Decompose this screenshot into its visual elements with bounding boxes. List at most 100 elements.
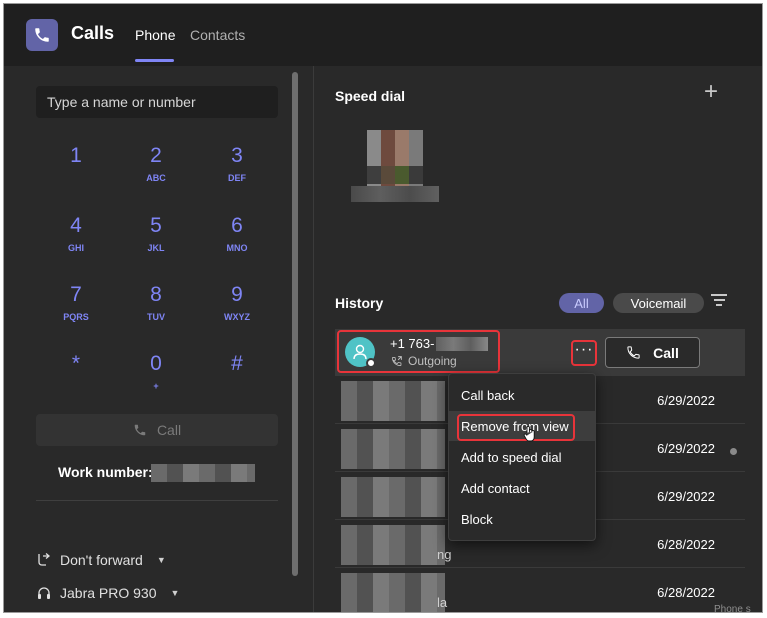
dial-key-star[interactable]: * — [46, 352, 106, 412]
dial-key-7[interactable]: 7 PQRS — [46, 283, 106, 343]
calls-app-icon — [26, 19, 58, 51]
calls-window: Calls Phone Contacts Type a name or numb… — [4, 4, 762, 612]
scrollbar[interactable] — [292, 72, 298, 576]
tab-phone[interactable]: Phone — [135, 27, 175, 43]
key-digit: 2 — [150, 144, 162, 167]
call-forward-dropdown[interactable]: Don't forward ▼ — [36, 552, 166, 568]
dial-key-8[interactable]: 8 TUV — [126, 283, 186, 343]
call-forward-icon — [38, 553, 51, 566]
speed-dial-contact-avatar-lower — [367, 166, 423, 184]
row-date: 6/29/2022 — [657, 393, 715, 408]
key-letters: WXYZ — [224, 312, 250, 322]
contact-redacted — [341, 573, 445, 612]
key-letters: ABC — [146, 173, 166, 183]
dial-key-0[interactable]: 0 + — [126, 352, 186, 412]
row-date: 6/28/2022 — [657, 585, 715, 600]
key-letters: + — [153, 381, 159, 391]
contact-redacted — [341, 429, 445, 469]
key-digit: * — [71, 352, 81, 375]
filter-all-button[interactable]: All — [559, 293, 604, 313]
key-digit: 5 — [150, 214, 162, 237]
key-letters: DEF — [228, 173, 246, 183]
history-title: History — [335, 295, 384, 311]
headset-icon — [38, 587, 50, 599]
hand-cursor-icon — [523, 425, 535, 442]
dial-key-1[interactable]: 1 — [46, 144, 106, 204]
dial-key-2[interactable]: 2 ABC — [126, 144, 186, 204]
phone-icon — [627, 346, 640, 359]
menu-item-add-contact[interactable]: Add contact — [449, 473, 595, 503]
dialpad-call-label: Call — [156, 422, 182, 438]
key-letters: GHI — [67, 243, 84, 253]
person-icon — [353, 344, 367, 360]
phone-icon — [35, 28, 49, 42]
chevron-down-icon: ▼ — [170, 588, 180, 598]
row-date: 6/28/2022 — [657, 537, 715, 552]
key-digit: 3 — [231, 144, 243, 167]
filter-voicemail-button[interactable]: Voicemail — [613, 293, 704, 313]
key-letters: MNO — [226, 243, 248, 253]
row-call-label: Call — [653, 344, 679, 361]
caller-number-redacted — [436, 337, 488, 351]
row-date: 6/29/2022 — [657, 489, 715, 504]
key-digit: # — [231, 352, 243, 375]
phone-icon — [134, 424, 146, 436]
app-header: Calls Phone Contacts — [4, 4, 762, 66]
forward-label: Don't forward — [60, 552, 143, 568]
row-partial-text: ng — [437, 547, 452, 562]
key-digit: 0 — [150, 352, 162, 375]
key-digit: 4 — [70, 214, 82, 237]
history-row-selected[interactable]: +1 763- Outgoing ··· Call — [335, 329, 745, 376]
filter-icon[interactable] — [711, 294, 727, 309]
active-tab-indicator — [135, 59, 174, 62]
divider — [36, 500, 278, 501]
call-direction: Outgoing — [390, 354, 457, 368]
key-digit: 8 — [150, 283, 162, 306]
audio-device-dropdown[interactable]: Jabra PRO 930 ▼ — [36, 585, 179, 601]
row-partial-text: la — [437, 595, 448, 610]
app-title: Calls — [71, 23, 115, 43]
history-context-menu: Call back Remove from view Add to speed … — [448, 373, 596, 541]
key-digit: 6 — [231, 214, 243, 237]
row-call-button[interactable]: Call — [605, 337, 700, 368]
dial-key-5[interactable]: 5 JKL — [126, 214, 186, 274]
key-letters: PQRS — [63, 312, 89, 322]
key-digit: 7 — [70, 283, 82, 306]
caller-number: +1 763- — [390, 336, 435, 351]
menu-item-call-back[interactable]: Call back — [449, 380, 595, 410]
work-number-redacted — [151, 464, 255, 482]
dial-key-3[interactable]: 3 DEF — [207, 144, 267, 204]
contact-redacted — [341, 477, 445, 517]
more-options-button[interactable]: ··· — [571, 340, 597, 366]
work-number-label: Work number: — [58, 464, 153, 480]
contact-redacted — [341, 381, 445, 421]
scroll-dot — [730, 448, 737, 455]
key-digit: 9 — [231, 283, 243, 306]
outgoing-call-icon — [392, 355, 402, 366]
chevron-down-icon: ▼ — [156, 555, 166, 565]
row-date: 6/29/2022 — [657, 441, 715, 456]
contact-redacted — [341, 525, 445, 565]
dial-key-hash[interactable]: # — [207, 352, 267, 412]
speed-dial-contact-name-redacted — [351, 186, 439, 202]
key-digit: 1 — [70, 144, 82, 167]
dial-key-4[interactable]: 4 GHI — [46, 214, 106, 274]
menu-item-add-to-speed-dial[interactable]: Add to speed dial — [449, 442, 595, 472]
call-direction-label: Outgoing — [408, 354, 457, 368]
dial-key-9[interactable]: 9 WXYZ — [207, 283, 267, 343]
dial-key-6[interactable]: 6 MNO — [207, 214, 267, 274]
partial-bottom-text: Phone s — [714, 604, 751, 615]
number-search-input[interactable]: Type a name or number — [36, 86, 278, 118]
menu-item-highlight-box — [457, 414, 575, 441]
device-label: Jabra PRO 930 — [60, 585, 157, 601]
menu-item-block[interactable]: Block — [449, 504, 595, 534]
presence-status-icon — [366, 358, 376, 368]
dialpad-pane: Type a name or number 1 2 ABC 3 DEF 4 GH… — [4, 66, 314, 612]
tab-contacts[interactable]: Contacts — [190, 27, 245, 43]
dialpad-call-button[interactable]: Call — [36, 414, 278, 446]
add-speed-dial-plus-icon[interactable]: + — [704, 80, 718, 104]
key-letters: JKL — [147, 243, 165, 253]
speed-dial-title: Speed dial — [335, 88, 406, 104]
key-letters: TUV — [147, 312, 165, 322]
history-row[interactable]: la 6/28/2022 — [335, 569, 745, 612]
